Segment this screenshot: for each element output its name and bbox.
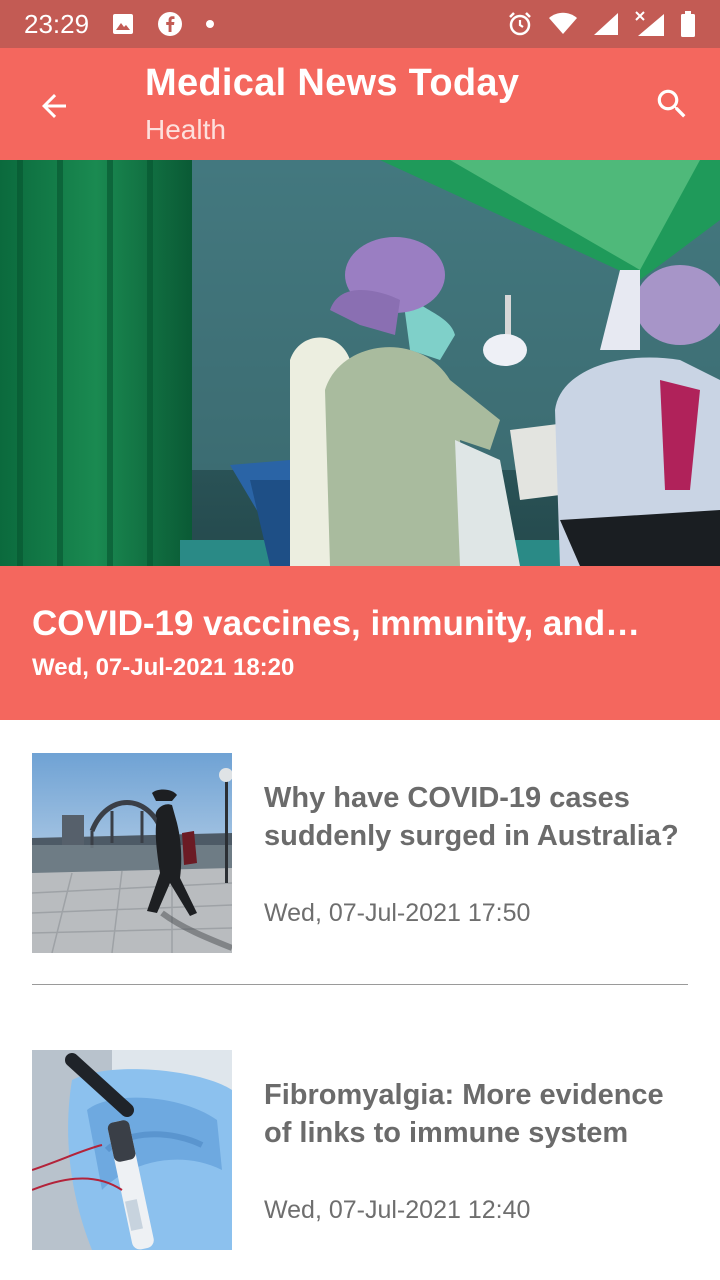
featured-article[interactable]: COVID-19 vaccines, immunity, and… Wed, 0…: [0, 566, 720, 720]
alarm-icon: [506, 10, 534, 38]
wifi-icon: [548, 12, 578, 36]
featured-title: COVID-19 vaccines, immunity, and…: [32, 604, 641, 643]
article-thumbnail: [32, 1050, 232, 1250]
article-date: Wed, 07-Jul-2021 12:40: [264, 1196, 531, 1224]
article-title: Fibromyalgia: More evidence of links to …: [264, 1079, 664, 1149]
arrow-back-icon: [42, 94, 66, 118]
app-title: Medical News Today: [145, 62, 520, 104]
divider: [32, 984, 688, 985]
signal-icon: [592, 11, 620, 37]
featured-date: Wed, 07-Jul-2021 18:20: [32, 654, 295, 681]
article-date: Wed, 07-Jul-2021 17:50: [264, 899, 531, 927]
facebook-icon: [157, 11, 183, 37]
featured-image[interactable]: [0, 160, 720, 566]
search-icon: [657, 89, 686, 118]
status-time: 23:29: [24, 8, 90, 39]
list-item[interactable]: Why have COVID-19 cases suddenly surged …: [32, 753, 688, 953]
back-button[interactable]: [30, 82, 78, 130]
list-item[interactable]: Fibromyalgia: More evidence of links to …: [32, 1050, 688, 1250]
app-bar: Medical News Today Health: [0, 48, 720, 160]
app-subtitle: Health: [145, 114, 226, 145]
search-button[interactable]: [648, 80, 696, 128]
signal-x-icon: [634, 10, 666, 38]
dot-icon: [205, 19, 215, 29]
status-bar: 23:29: [0, 0, 720, 48]
article-thumbnail: [32, 753, 232, 953]
image-icon: [111, 12, 135, 36]
battery-icon: [680, 10, 696, 38]
article-title: Why have COVID-19 cases suddenly surged …: [264, 782, 679, 852]
